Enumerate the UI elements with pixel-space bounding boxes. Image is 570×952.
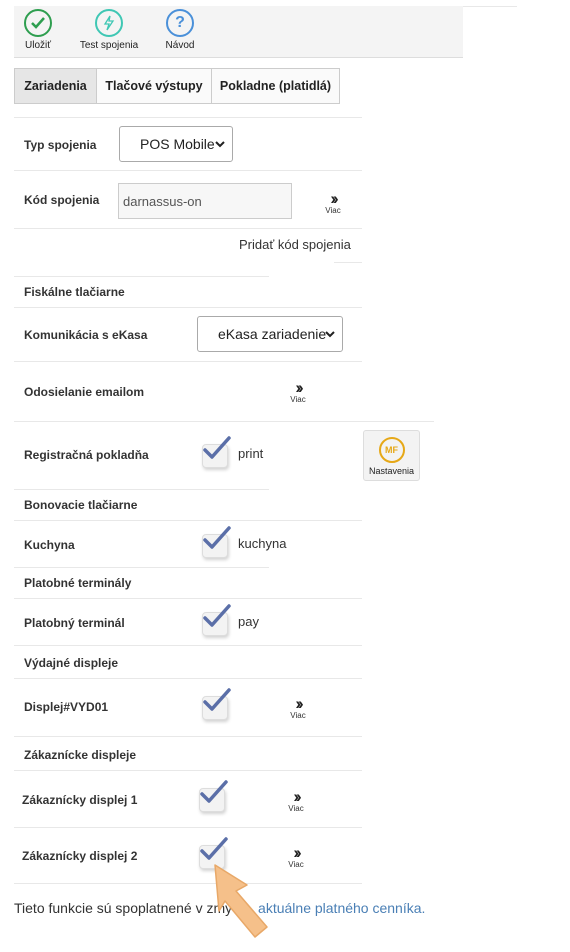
divider: [14, 170, 362, 171]
customer-display-1-more-label: Viac: [288, 804, 304, 813]
double-chevron-right-icon: ››: [295, 378, 303, 397]
divider: [14, 567, 269, 568]
connection-code-value: darnassus-on: [123, 193, 202, 209]
lightning-icon: [95, 9, 123, 37]
customer-display-1-checkbox[interactable]: [197, 780, 228, 812]
customer-display-1-more-button[interactable]: ›› Viac: [284, 787, 308, 813]
payment-terminal-label: Platobný terminál: [24, 616, 125, 630]
pointer-arrow-icon: [214, 864, 268, 938]
divider: [14, 489, 269, 490]
cash-register-checkbox[interactable]: [200, 436, 231, 468]
mf-logo-icon: MF: [378, 437, 405, 463]
connection-code-label: Kód spojenia: [24, 193, 100, 207]
dispensing-more-button[interactable]: ›› Viac: [286, 694, 310, 720]
double-chevron-right-icon: ››: [293, 787, 301, 806]
divider: [14, 421, 434, 422]
help-button[interactable]: ? Návod: [160, 9, 200, 51]
question-icon: ?: [166, 9, 194, 37]
dispensing-displays-heading: Výdajné displeje: [24, 656, 119, 670]
checkmark-icon: [203, 688, 231, 711]
double-chevron-right-icon: ››: [295, 694, 303, 713]
divider: [14, 598, 362, 599]
connection-code-input[interactable]: darnassus-on: [118, 183, 292, 219]
email-more-label: Viac: [290, 395, 306, 404]
tab-devices[interactable]: Zariadenia: [14, 68, 97, 104]
customer-display-2-more-label: Viac: [288, 860, 304, 869]
payment-terminal-checkbox[interactable]: [200, 604, 231, 636]
settings-label: Nastavenia: [368, 466, 415, 476]
add-connection-code-link[interactable]: Pridať kód spojenia: [239, 237, 351, 252]
divider: [14, 520, 362, 521]
toolbar-divider: [463, 6, 517, 7]
payment-terminals-heading: Platobné terminály: [24, 576, 132, 590]
ekasa-communication-select[interactable]: eKasa zariadenie: [197, 316, 343, 352]
connection-more-label: Viac: [325, 206, 341, 215]
kitchen-checkbox[interactable]: [200, 526, 231, 558]
customer-displays-heading: Zákaznícke displeje: [24, 748, 137, 762]
checkmark-icon: [203, 436, 231, 459]
save-label: Uložiť: [25, 40, 51, 51]
connection-more-button[interactable]: ›› Viac: [321, 189, 345, 215]
checkmark-icon: [24, 9, 52, 37]
cash-register-label: Registračná pokladňa: [24, 448, 149, 462]
tab-print-outputs[interactable]: Tlačové výstupy: [96, 68, 212, 104]
checkmark-icon: [200, 780, 228, 803]
chevron-down-icon: [215, 141, 225, 148]
divider: [14, 736, 362, 737]
email-sending-label: Odosielanie emailom: [24, 385, 145, 399]
divider: [14, 827, 362, 828]
divider: [14, 276, 269, 277]
divider: [14, 770, 362, 771]
payment-terminal-value: pay: [238, 614, 259, 629]
divider: [14, 883, 362, 884]
test-connection-label: Test spojenia: [79, 40, 139, 51]
kitchen-label: Kuchyna: [24, 538, 75, 552]
settings-button[interactable]: MF Nastavenia: [363, 430, 420, 481]
email-more-button[interactable]: ›› Viac: [286, 378, 310, 404]
customer-display-2-more-button[interactable]: ›› Viac: [284, 843, 308, 869]
ekasa-communication-label: Komunikácia s eKasa: [24, 328, 148, 342]
help-label: Návod: [165, 40, 195, 51]
divider: [14, 678, 362, 679]
dispensing-display-checkbox[interactable]: [200, 688, 231, 720]
double-chevron-right-icon: ››: [330, 189, 338, 208]
customer-display-2-label: Zákaznícky displej 2: [22, 849, 138, 863]
connection-type-value: POS Mobile: [140, 136, 215, 152]
divider: [334, 262, 362, 263]
divider: [14, 307, 362, 308]
kitchen-value: kuchyna: [238, 536, 287, 551]
kitchen-printers-heading: Bonovacie tlačiarne: [24, 498, 138, 512]
divider: [14, 645, 362, 646]
tab-cash-registers[interactable]: Pokladne (platidlá): [211, 68, 340, 104]
connection-type-label: Typ spojenia: [24, 138, 97, 152]
divider: [14, 117, 362, 118]
divider: [14, 228, 362, 229]
price-list-link[interactable]: aktuálne platného cenníka.: [258, 900, 425, 916]
toolbar: Uložiť Test spojenia ? Návod: [14, 6, 463, 58]
chevron-down-icon: [325, 331, 335, 338]
fiscal-printers-heading: Fiskálne tlačiarne: [24, 285, 125, 299]
dispensing-more-label: Viac: [290, 711, 306, 720]
divider: [14, 361, 362, 362]
save-button[interactable]: Uložiť: [16, 9, 60, 51]
customer-display-1-label: Zákaznícky displej 1: [22, 793, 138, 807]
connection-type-select[interactable]: POS Mobile: [119, 126, 233, 162]
ekasa-communication-value: eKasa zariadenie: [218, 326, 327, 342]
dispensing-display-label: Displej#VYD01: [24, 700, 109, 714]
checkmark-icon: [203, 526, 231, 549]
cash-register-value: print: [238, 446, 264, 461]
checkmark-icon: [203, 604, 231, 627]
test-connection-button[interactable]: Test spojenia: [78, 9, 140, 51]
double-chevron-right-icon: ››: [293, 843, 301, 862]
